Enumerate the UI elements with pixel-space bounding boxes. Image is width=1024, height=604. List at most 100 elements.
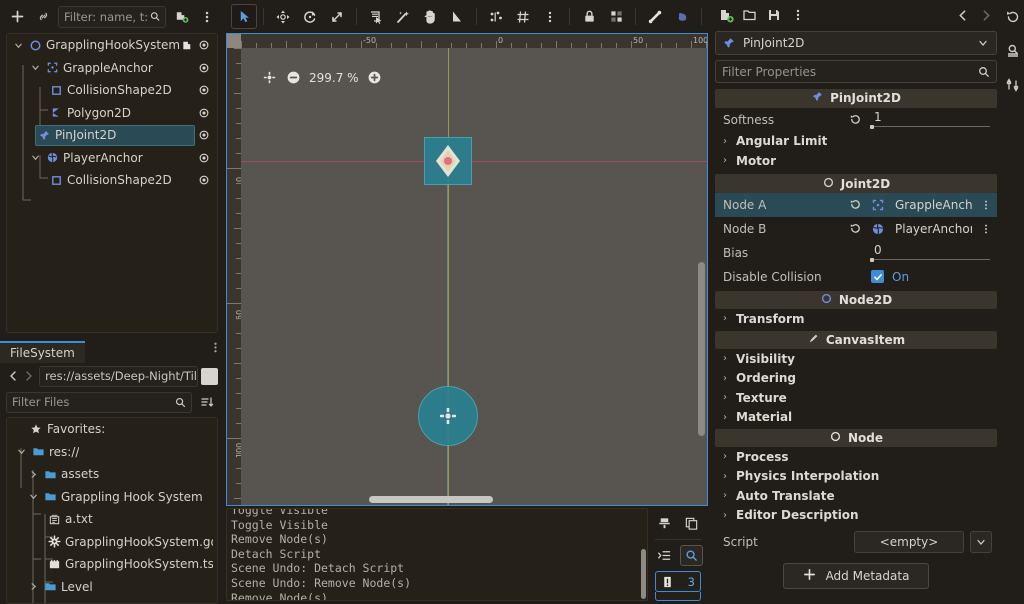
filesystem-path-input[interactable]: res://assets/Deep-Night/Til [39,366,198,387]
property-group-process[interactable]: › Process [715,447,997,466]
tab-filesystem[interactable]: FileSystem [0,341,85,363]
visibility-toggle[interactable] [195,62,213,74]
chevron-right-icon[interactable] [27,468,39,480]
inspector-properties[interactable]: PinJoint2D Softness 1 › Ang [715,89,997,604]
output-log[interactable]: Toggle Visible Toggle Visible Remove Nod… [226,508,648,601]
property-group-transform[interactable]: › Transform [715,309,997,328]
scale-mode-button[interactable] [324,4,350,29]
visibility-toggle[interactable] [195,152,213,164]
chevron-down-icon[interactable] [27,491,39,503]
create-new-scene-button[interactable] [170,6,192,28]
filesystem-row-res[interactable]: res:// [7,441,217,464]
script-property-row[interactable]: Script <empty> [715,529,997,555]
inspector-back-button[interactable] [951,4,973,26]
scene-tree-panel[interactable]: GrapplingHookSystem GrappleAnchor [6,33,218,333]
property-row-node-b[interactable]: Node B PlayerAnchor [715,217,997,241]
property-group-auto-translate[interactable]: › Auto Translate [715,486,997,505]
scene-filter-input[interactable]: Filter: name, t:t [58,6,166,28]
filesystem-menu-button[interactable] [206,341,224,354]
filesystem-row-gdscript[interactable]: GrapplingHookSystem.gd [7,531,217,554]
script-value[interactable]: <empty> [854,531,964,553]
chevron-down-icon[interactable] [976,36,990,50]
skeleton-options-button[interactable] [669,4,695,29]
clear-output-button[interactable] [653,513,676,534]
instantiate-scene-button[interactable] [32,6,54,28]
slider-handle[interactable] [870,258,874,262]
visibility-toggle[interactable] [195,39,213,51]
property-group-editor-description[interactable]: › Editor Description [715,505,997,524]
scene-tree-row[interactable]: GrappleAnchor [7,57,217,80]
revert-icon[interactable] [848,198,863,211]
inspector-object-selector[interactable]: PinJoint2D [715,31,997,55]
property-group-texture[interactable]: › Texture [715,388,997,407]
revert-icon[interactable] [848,113,863,126]
grid-toggle-button[interactable] [510,4,536,29]
node-a-menu-button[interactable] [979,199,993,211]
rotate-mode-button[interactable] [297,4,323,29]
zoom-level-label[interactable]: 299.7 % [309,71,359,85]
chevron-down-icon[interactable] [12,39,24,51]
collapse-lines-button[interactable] [653,545,676,566]
revert-icon[interactable] [848,222,863,235]
visibility-toggle[interactable] [195,107,213,119]
scene-tree-row-pinjoint2d[interactable]: PinJoint2D [7,124,217,147]
new-resource-button[interactable] [715,4,737,26]
measure-mode-button[interactable] [444,4,470,29]
chevron-right-icon[interactable] [27,581,39,593]
filesystem-row-grappling-hook-system[interactable]: Grappling Hook System [7,486,217,509]
scene-tree-row[interactable]: PlayerAnchor [7,147,217,170]
inspector-filter-input[interactable]: Filter Properties [715,60,997,83]
scene-tree-row[interactable]: Polygon2D [7,102,217,125]
search-output-button[interactable] [680,545,703,566]
node-b-menu-button[interactable] [979,223,993,235]
open-resource-button[interactable] [739,4,761,26]
node-a-value[interactable]: GrappleAnchor [870,197,972,213]
toggle-split-mode-icon[interactable] [201,368,218,385]
sort-icon[interactable] [196,391,218,413]
lock-button[interactable] [576,4,602,29]
filesystem-row-a-txt[interactable]: a.txt [7,508,217,531]
inspector-menu-button[interactable] [787,4,809,26]
group-button[interactable] [603,4,629,29]
add-node-button[interactable] [6,6,28,28]
property-group-motor[interactable]: › Motor [715,151,997,170]
skeleton-bone-button[interactable] [642,4,668,29]
property-row-bias[interactable]: Bias 0 [715,241,997,265]
file-filter-input[interactable]: Filter Files [6,392,192,413]
node-b-value[interactable]: PlayerAnchor [870,221,972,237]
softness-slider[interactable]: 1 [870,109,993,131]
scene-tree-row[interactable]: CollisionShape2D [7,169,217,192]
property-row-disable-collision[interactable]: Disable Collision On [715,265,997,289]
select-mode-button[interactable] [231,4,257,29]
filesystem-row-level[interactable]: Level [7,576,217,599]
add-metadata-button[interactable]: Add Metadata [783,563,929,589]
visibility-toggle[interactable] [195,84,213,96]
scene-tree-menu-button[interactable] [196,6,218,28]
warning-count-badge[interactable] [655,592,701,601]
move-mode-button[interactable] [270,4,296,29]
pinjoint2d-gizmo[interactable] [428,141,468,181]
slider-handle[interactable] [870,125,874,129]
scene-tree-row[interactable]: GrapplingHookSystem [7,34,217,57]
property-group-physics-interpolation[interactable]: › Physics Interpolation [715,467,997,486]
copy-output-button[interactable] [680,513,703,534]
visibility-toggle[interactable] [195,174,213,186]
tools-button[interactable] [1002,74,1024,96]
filesystem-row-favorites[interactable]: Favorites: [7,418,217,441]
property-group-ordering[interactable]: › Ordering [715,369,997,388]
property-group-angular-limit[interactable]: › Angular Limit [715,132,997,151]
disable-collision-checkbox[interactable] [871,270,884,283]
visibility-toggle[interactable] [195,129,213,141]
property-row-node-a[interactable]: Node A GrappleAnchor [715,193,997,217]
chevron-down-icon[interactable] [29,152,41,164]
plus-circle-icon[interactable] [366,69,383,86]
filesystem-row-scene[interactable]: GrapplingHookSystem.tscn [7,553,217,576]
documentation-search-button[interactable] [1002,40,1024,62]
list-select-button[interactable] [363,4,389,29]
chevron-down-icon[interactable] [15,446,27,458]
save-resource-button[interactable] [763,4,785,26]
history-button[interactable] [1002,6,1024,28]
property-group-visibility[interactable]: › Visibility [715,349,997,368]
inspector-forward-button[interactable] [975,4,997,26]
canvas-surface[interactable]: 299.7 % [241,48,707,505]
